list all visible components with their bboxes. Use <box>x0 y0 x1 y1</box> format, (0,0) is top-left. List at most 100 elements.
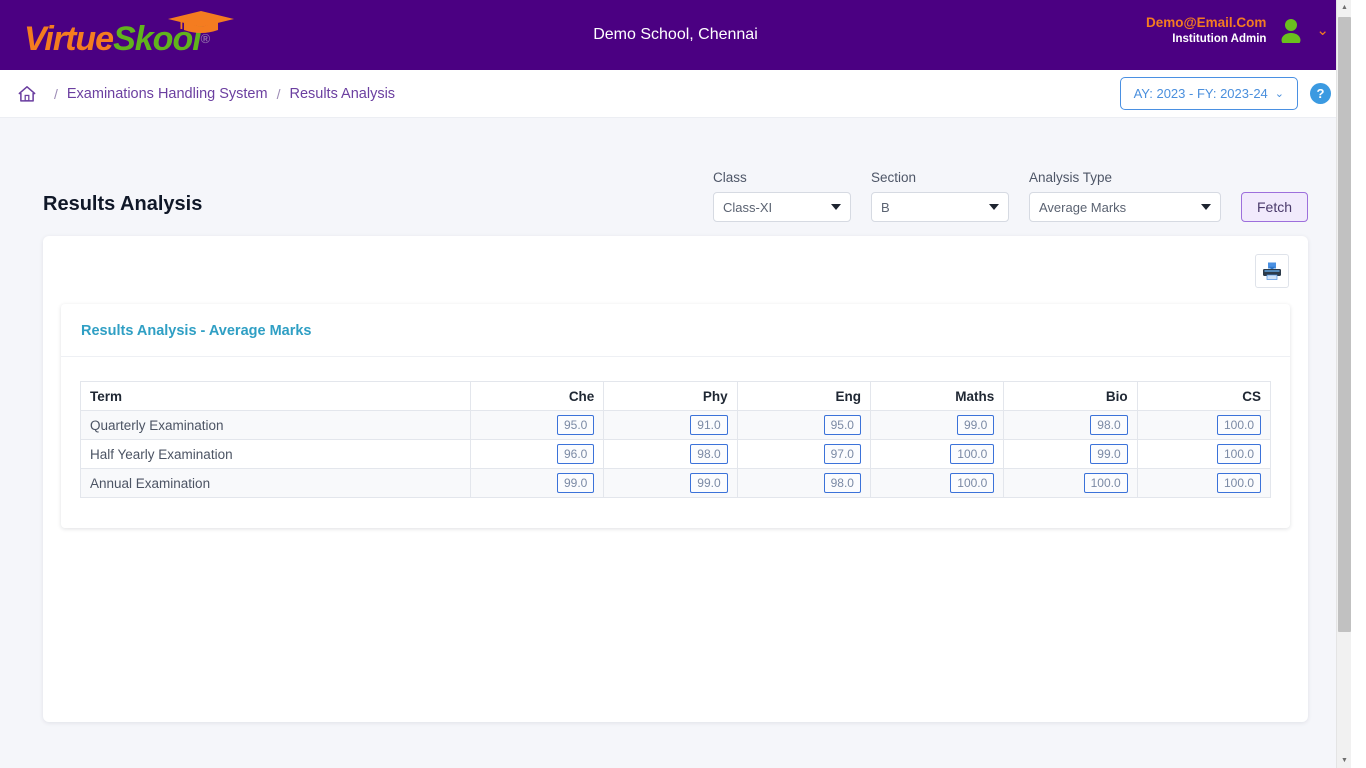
page-content: Results Analysis Class Class-XI Section … <box>0 118 1351 768</box>
breadcrumb-separator-1: / <box>54 85 58 102</box>
cell-bio: 98.0 <box>1003 410 1138 440</box>
printer-icon <box>1263 262 1281 280</box>
table-row: Annual Examination 99.0 99.0 98.0 100.0 … <box>80 468 1272 498</box>
scrollbar-track[interactable] <box>1337 15 1351 753</box>
home-icon[interactable] <box>18 85 36 103</box>
value-badge: 100.0 <box>950 473 995 493</box>
page-title: Results Analysis <box>43 193 203 215</box>
cell-maths: 100.0 <box>869 439 1005 469</box>
app-viewport: VirtueSkool® Demo School, Chennai Demo@E… <box>0 0 1351 768</box>
svg-text:?: ? <box>1317 86 1325 101</box>
class-select[interactable]: Class-XI <box>712 192 851 222</box>
scroll-up-arrow-icon[interactable]: ▲ <box>1337 0 1351 15</box>
value-badge: 95.0 <box>823 415 861 435</box>
caret-down-icon <box>1200 204 1211 210</box>
value-badge: 95.0 <box>556 415 595 435</box>
value-badge: 98.0 <box>690 444 728 464</box>
logo-text-virtue: Virtue <box>24 20 114 58</box>
value-badge: 100.0 <box>1216 444 1261 464</box>
cell-cs: 100.0 <box>1136 410 1272 440</box>
results-table-wrapper: Term Che Phy Eng Maths Bio CS Quarterly … <box>61 357 1290 528</box>
table-row: Half Yearly Examination 96.0 98.0 97.0 1… <box>80 439 1272 469</box>
cell-eng: 98.0 <box>736 468 871 498</box>
academic-year-area: AY: 2023 - FY: 2023-24 ⌄ ? <box>1119 77 1331 110</box>
value-badge: 98.0 <box>823 473 861 493</box>
user-email: Demo@Email.Com <box>1145 15 1267 30</box>
results-table: Term Che Phy Eng Maths Bio CS Quarterly … <box>80 381 1272 498</box>
results-table-head: Term Che Phy Eng Maths Bio CS <box>80 381 1272 411</box>
analysis-type-label: Analysis Type <box>1028 170 1113 185</box>
panel-toolbar <box>61 254 1290 288</box>
column-header-che: Che <box>469 381 605 411</box>
value-badge: 100.0 <box>1216 473 1261 493</box>
value-badge: 100.0 <box>950 444 995 464</box>
page-scrollbar[interactable]: ▲ ▼ <box>1336 0 1351 768</box>
cell-phy: 98.0 <box>603 439 738 469</box>
cell-che: 95.0 <box>469 410 605 440</box>
scroll-down-arrow-icon[interactable]: ▼ <box>1337 753 1351 768</box>
caret-down-icon <box>830 204 841 210</box>
top-header-bar: VirtueSkool® Demo School, Chennai Demo@E… <box>0 0 1351 70</box>
cell-phy: 99.0 <box>603 468 738 498</box>
breadcrumb-item-results-analysis[interactable]: Results Analysis <box>289 86 395 102</box>
logo-registered-mark: ® <box>200 31 211 46</box>
value-badge: 91.0 <box>690 415 728 435</box>
user-info: Demo@Email.Com Institution Admin <box>1146 14 1266 46</box>
value-badge: 97.0 <box>823 444 861 464</box>
page-header-row: Results Analysis Class Class-XI Section … <box>22 118 1329 222</box>
breadcrumb-item-examinations[interactable]: Examinations Handling System <box>67 86 268 102</box>
value-badge: 98.0 <box>1090 415 1128 435</box>
user-avatar-icon[interactable] <box>1278 17 1304 44</box>
help-question-icon[interactable]: ? <box>1310 83 1331 104</box>
value-badge: 99.0 <box>956 415 995 435</box>
cell-che: 99.0 <box>469 468 605 498</box>
cell-che: 96.0 <box>469 439 605 469</box>
print-button[interactable] <box>1255 254 1289 288</box>
analysis-type-select[interactable]: Average Marks <box>1028 192 1221 222</box>
table-row: Quarterly Examination 95.0 91.0 95.0 99.… <box>80 410 1272 440</box>
chevron-down-icon[interactable]: ⌄ <box>1316 21 1329 39</box>
breadcrumb-separator-2: / <box>276 85 281 102</box>
cell-term: Quarterly Examination <box>80 410 471 440</box>
graduation-cap-icon <box>168 11 234 33</box>
cell-bio: 100.0 <box>1003 468 1138 498</box>
caret-down-icon <box>988 204 999 210</box>
column-header-maths: Maths <box>869 381 1005 411</box>
section-select[interactable]: B <box>870 192 1009 222</box>
section-label: Section <box>870 170 917 185</box>
value-badge: 99.0 <box>1090 444 1128 464</box>
column-header-term: Term <box>80 381 471 411</box>
column-header-bio: Bio <box>1003 381 1138 411</box>
value-badge: 96.0 <box>556 444 595 464</box>
cell-bio: 99.0 <box>1003 439 1138 469</box>
cell-cs: 100.0 <box>1136 439 1272 469</box>
fetch-button[interactable]: Fetch <box>1240 192 1308 222</box>
value-badge: 100.0 <box>1083 473 1128 493</box>
filters-bar: Class Class-XI Section B Analysis Type A… <box>712 170 1308 222</box>
cell-maths: 100.0 <box>869 468 1005 498</box>
analysis-card: Results Analysis - Average Marks Term Ch… <box>61 304 1290 528</box>
cell-eng: 95.0 <box>736 410 871 440</box>
class-label: Class <box>712 170 747 185</box>
cell-term: Annual Examination <box>80 468 471 498</box>
cell-cs: 100.0 <box>1136 468 1272 498</box>
cell-phy: 91.0 <box>603 410 738 440</box>
analysis-card-header: Results Analysis - Average Marks <box>61 304 1290 357</box>
results-panel: Results Analysis - Average Marks Term Ch… <box>43 236 1308 722</box>
scrollbar-thumb[interactable] <box>1338 17 1351 632</box>
academic-year-selector[interactable]: AY: 2023 - FY: 2023-24 ⌄ <box>1119 77 1298 110</box>
breadcrumb-bar: / Examinations Handling System / Results… <box>0 70 1351 118</box>
analysis-card-title: Results Analysis - Average Marks <box>81 323 312 339</box>
column-header-eng: Eng <box>736 381 871 411</box>
analysis-type-selected-value: Average Marks <box>1038 199 1127 215</box>
column-header-phy: Phy <box>603 381 738 411</box>
results-table-body: Quarterly Examination 95.0 91.0 95.0 99.… <box>80 410 1272 498</box>
class-selected-value: Class-XI <box>722 199 773 215</box>
app-logo[interactable]: VirtueSkool® <box>24 9 274 61</box>
analysis-type-field: Analysis Type Average Marks <box>1028 170 1221 222</box>
column-header-cs: CS <box>1136 381 1272 411</box>
chevron-down-icon: ⌄ <box>1274 88 1284 100</box>
user-menu[interactable]: Demo@Email.Com Institution Admin ⌄ <box>1146 14 1329 46</box>
section-selected-value: B <box>880 199 890 215</box>
section-field: Section B <box>870 170 1009 222</box>
